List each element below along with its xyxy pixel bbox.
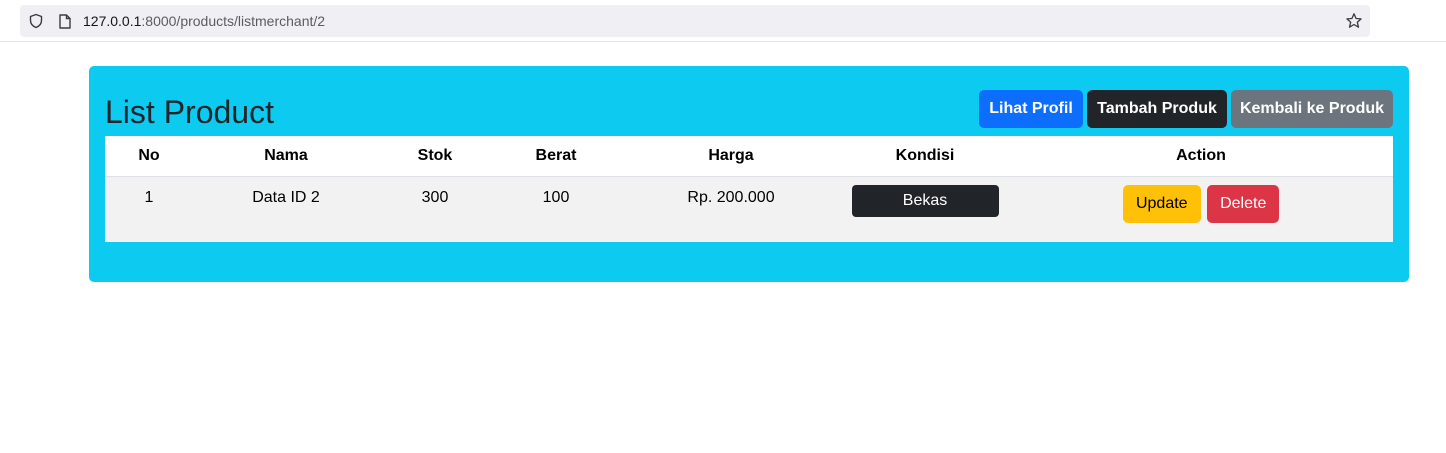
kondisi-badge: Bekas bbox=[851, 185, 999, 217]
cell-harga: Rp. 200.000 bbox=[621, 176, 841, 242]
kembali-ke-produk-button[interactable]: Kembali ke Produk bbox=[1231, 90, 1393, 128]
header-nama: Nama bbox=[193, 136, 379, 177]
cell-no: 1 bbox=[105, 176, 193, 242]
tambah-produk-button[interactable]: Tambah Produk bbox=[1087, 90, 1227, 128]
cell-nama: Data ID 2 bbox=[193, 176, 379, 242]
page-title: List Product bbox=[105, 94, 274, 130]
header-kondisi: Kondisi bbox=[841, 136, 1009, 177]
page-icon bbox=[58, 14, 72, 34]
table-header-row: No Nama Stok Berat Harga Kondisi Action bbox=[105, 136, 1393, 177]
header-action: Action bbox=[1009, 136, 1393, 177]
url-host: 127.0.0.1 bbox=[83, 13, 142, 29]
product-panel: List Product Lihat Profil Tambah Produk … bbox=[89, 66, 1409, 282]
lihat-profil-button[interactable]: Lihat Profil bbox=[979, 90, 1083, 128]
header-no: No bbox=[105, 136, 193, 177]
cell-stok: 300 bbox=[379, 176, 491, 242]
address-bar[interactable]: 127.0.0.1:8000/products/listmerchant/2 bbox=[20, 5, 1370, 37]
url-text[interactable]: 127.0.0.1:8000/products/listmerchant/2 bbox=[83, 5, 325, 37]
delete-button[interactable]: Delete bbox=[1207, 185, 1280, 223]
header-stok: Stok bbox=[379, 136, 491, 177]
url-path: :8000/products/listmerchant/2 bbox=[141, 13, 326, 29]
product-table: No Nama Stok Berat Harga Kondisi Action … bbox=[105, 136, 1393, 242]
cell-berat: 100 bbox=[491, 176, 621, 242]
update-button[interactable]: Update bbox=[1122, 185, 1201, 223]
cell-action: Update Delete bbox=[1009, 176, 1393, 242]
browser-toolbar: 127.0.0.1:8000/products/listmerchant/2 bbox=[0, 0, 1446, 42]
shield-icon[interactable] bbox=[28, 13, 44, 34]
cell-kondisi: Bekas bbox=[841, 176, 1009, 242]
header-berat: Berat bbox=[491, 136, 621, 177]
table-row: 1 Data ID 2 300 100 Rp. 200.000 Bekas Up… bbox=[105, 176, 1393, 242]
star-icon[interactable] bbox=[1345, 12, 1363, 35]
header-harga: Harga bbox=[621, 136, 841, 177]
